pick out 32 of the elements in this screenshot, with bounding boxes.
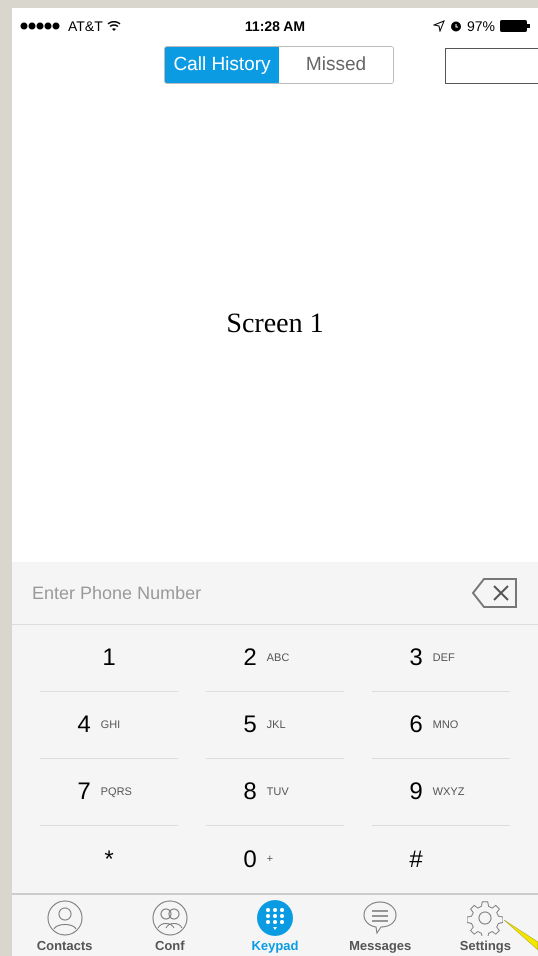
clock-time: 11:28 AM bbox=[244, 16, 306, 36]
backspace-icon[interactable] bbox=[472, 578, 518, 608]
person-icon bbox=[46, 900, 83, 936]
keypad-key[interactable]: # bbox=[372, 826, 510, 893]
screen-caption: Screen 1 bbox=[226, 307, 324, 341]
keypad-key[interactable]: 3 DEF bbox=[372, 625, 510, 692]
chat-icon bbox=[362, 900, 398, 936]
keypad-key[interactable]: 8 TUV bbox=[206, 759, 344, 826]
keypad-key[interactable]: 2 ABC bbox=[206, 625, 344, 692]
keypad-key[interactable]: 1 bbox=[40, 625, 178, 692]
phone-number-field[interactable]: Enter Phone Number bbox=[32, 580, 332, 606]
tab-bar-item[interactable]: Conf bbox=[124, 900, 215, 956]
text-box[interactable] bbox=[445, 48, 538, 84]
keypad-key[interactable]: 6 MNO bbox=[372, 692, 510, 759]
tab-bar-item[interactable]: Settings bbox=[440, 900, 530, 956]
people-icon bbox=[152, 900, 188, 936]
battery-icon bbox=[500, 20, 530, 32]
keypad-key[interactable]: 0 + bbox=[206, 826, 344, 893]
keypad-key[interactable]: 5 JKL bbox=[206, 692, 344, 759]
carrier-name: AT&T bbox=[68, 16, 103, 36]
tab-bar-item[interactable]: Messages bbox=[335, 900, 426, 956]
settings-icon bbox=[467, 900, 504, 936]
keypad-key[interactable]: 7 PQRS bbox=[40, 759, 178, 826]
location-arrow-icon bbox=[432, 20, 445, 32]
battery-percent: 97% bbox=[466, 16, 495, 36]
tab-bar-item[interactable]: Contacts bbox=[20, 900, 110, 956]
keypad-key[interactable]: 9 WXYZ bbox=[372, 759, 510, 826]
keypad-key[interactable]: 4 GHI bbox=[40, 692, 178, 759]
keypad-key[interactable]: * bbox=[40, 826, 178, 893]
alarm-clock-icon bbox=[450, 20, 462, 32]
keypad-icon bbox=[256, 900, 293, 936]
wifi-icon bbox=[106, 21, 121, 31]
